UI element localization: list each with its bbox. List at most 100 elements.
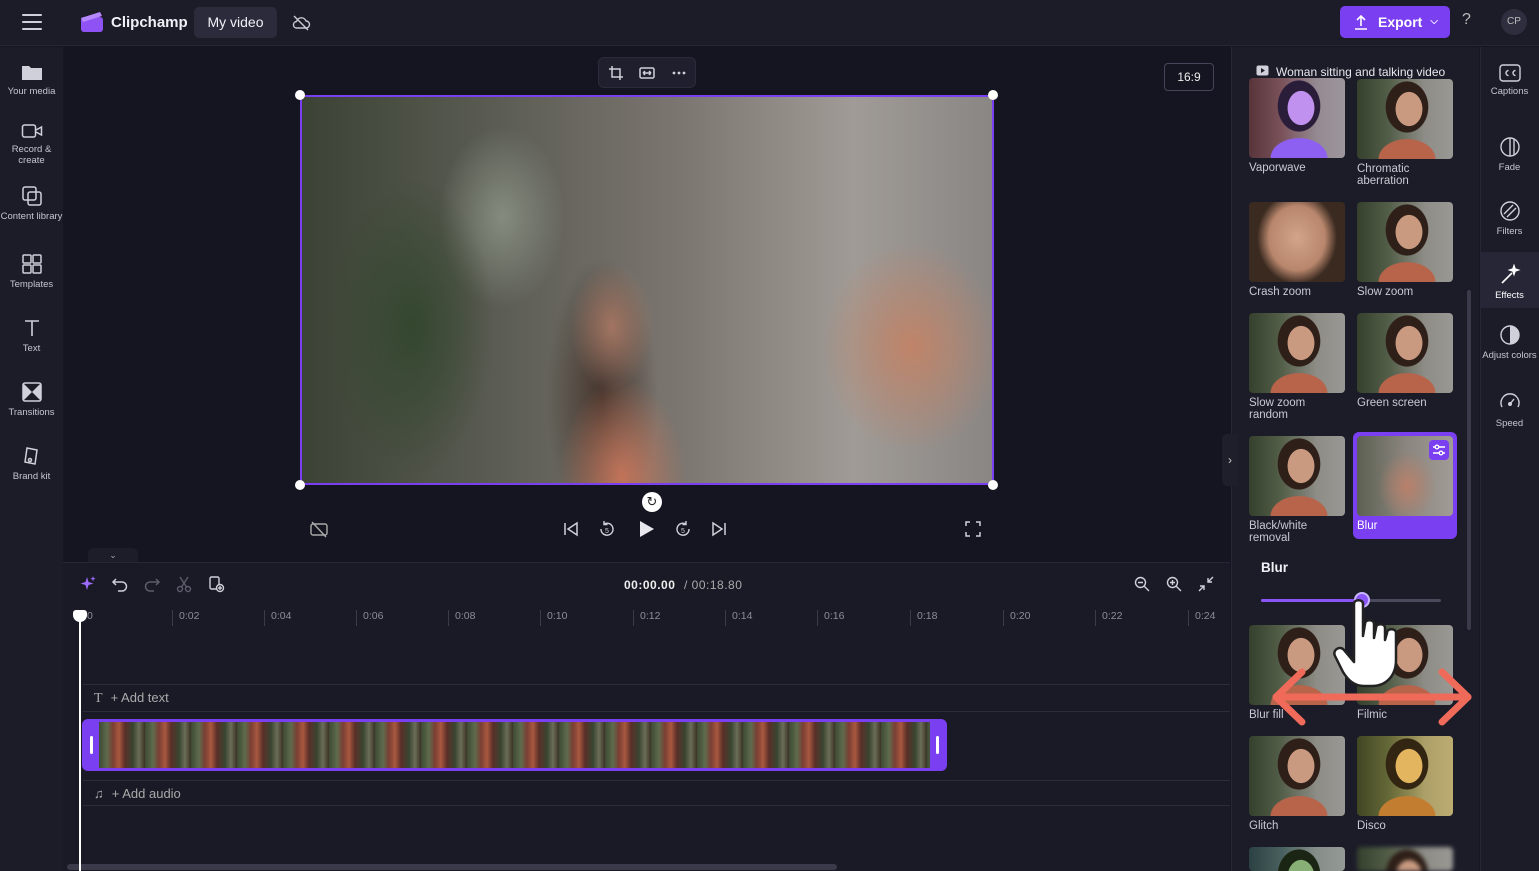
skip-to-end-icon[interactable] xyxy=(709,519,729,539)
fit-timeline-icon[interactable] xyxy=(1197,575,1215,593)
ruler-tick: 0:12 xyxy=(633,610,660,626)
rail-item-label: Effects xyxy=(1495,290,1524,301)
effect-green-screen[interactable]: Green screen xyxy=(1357,313,1453,409)
left-sidebar: Your media Record & create Content libra… xyxy=(0,47,63,871)
effect-crash-zoom[interactable]: Crash zoom xyxy=(1249,202,1345,298)
cloud-off-icon[interactable] xyxy=(291,13,311,33)
effect-next-row[interactable] xyxy=(1249,847,1345,871)
text-track[interactable] xyxy=(83,684,1230,712)
ruler-tick: 0:22 xyxy=(1095,610,1122,626)
effect-thumbnail xyxy=(1249,736,1345,816)
effect-thumbnail xyxy=(1357,736,1453,816)
timeline-ruler[interactable]: 0 0:02 0:04 0:06 0:08 0:10 0:12 0:14 0:1… xyxy=(80,604,1220,628)
effect-slow-zoom-random[interactable]: Slow zoom random xyxy=(1249,313,1345,421)
skip-to-start-icon[interactable] xyxy=(561,519,581,539)
effect-vaporwave[interactable]: Vaporwave xyxy=(1249,78,1345,174)
effect-label: Green screen xyxy=(1357,397,1427,409)
fullscreen-icon[interactable] xyxy=(963,519,983,539)
rail-item-captions[interactable]: Captions xyxy=(1480,56,1539,106)
sidebar-item-label: Templates xyxy=(9,279,54,290)
redo-icon[interactable] xyxy=(143,575,161,593)
add-text-button[interactable]: T + Add text xyxy=(94,690,169,707)
music-note-icon: ♫ xyxy=(94,786,104,801)
audio-track[interactable] xyxy=(83,780,1230,806)
resize-handle-top-left[interactable] xyxy=(295,90,305,100)
rail-item-filters[interactable]: Filters xyxy=(1480,192,1539,242)
rail-item-label: Filters xyxy=(1496,226,1523,237)
ruler-tick: 0:24 xyxy=(1188,610,1215,626)
rail-item-effects[interactable]: Effects xyxy=(1480,252,1539,308)
undo-icon[interactable] xyxy=(111,575,129,593)
effect-thumbnail xyxy=(1357,313,1453,393)
video-preview[interactable] xyxy=(300,95,994,485)
ai-sparkle-icon[interactable] xyxy=(79,575,97,593)
folder-icon xyxy=(21,66,42,80)
sidebar-item-label: Your media xyxy=(7,86,56,97)
avatar[interactable]: CP xyxy=(1501,9,1527,35)
sidebar-item-label: Content library xyxy=(0,211,63,222)
sidebar-item-content-library[interactable]: Content library xyxy=(0,185,63,222)
forward-5-icon[interactable]: 5 xyxy=(673,519,693,539)
add-audio-button[interactable]: ♫ + Add audio xyxy=(94,786,181,801)
video-clip-icon xyxy=(1256,65,1269,76)
resize-handle-bottom-left[interactable] xyxy=(295,480,305,490)
video-name-field[interactable]: My video xyxy=(194,7,277,38)
ruler-tick: 0:04 xyxy=(264,610,291,626)
help-icon[interactable]: ? xyxy=(1462,11,1471,29)
svg-text:5: 5 xyxy=(681,528,685,535)
resize-handle-bottom-right[interactable] xyxy=(988,480,998,490)
effect-glitch[interactable]: Glitch xyxy=(1249,736,1345,832)
sidebar-item-templates[interactable]: Templates xyxy=(0,253,63,290)
effect-label: Crash zoom xyxy=(1249,286,1311,298)
fade-icon xyxy=(1499,137,1520,157)
rail-item-adjust-colors[interactable]: Adjust colors xyxy=(1480,316,1539,374)
sidebar-item-your-media[interactable]: Your media xyxy=(0,62,63,97)
camera-icon xyxy=(21,124,42,138)
sidebar-item-text[interactable]: Text xyxy=(0,317,63,354)
collapse-right-panel-button[interactable]: › xyxy=(1222,434,1238,486)
split-scissors-icon[interactable] xyxy=(175,575,193,593)
clip-trim-handle-left[interactable] xyxy=(90,736,93,754)
crop-icon[interactable] xyxy=(608,65,624,81)
export-label: Export xyxy=(1378,14,1423,30)
rotate-handle-icon[interactable]: ↻ xyxy=(642,492,662,512)
effect-black-white-removal[interactable]: Black/white removal xyxy=(1249,436,1345,544)
ruler-tick: 0:08 xyxy=(448,610,475,626)
video-clip[interactable] xyxy=(82,719,947,771)
effect-label: Vaporwave xyxy=(1249,162,1306,174)
effect-chromatic-aberration[interactable]: Chromatic aberration xyxy=(1357,79,1453,187)
duplicate-icon[interactable] xyxy=(207,575,225,593)
effect-settings-icon[interactable] xyxy=(1429,440,1449,460)
zoom-in-icon[interactable] xyxy=(1165,575,1183,593)
hide-preview-icon[interactable] xyxy=(309,519,329,539)
collapse-preview-icon[interactable]: ⌄ xyxy=(88,548,138,562)
sidebar-item-label: Record & create xyxy=(11,144,52,166)
clip-trim-handle-right[interactable] xyxy=(936,736,939,754)
timeline-scrollbar[interactable] xyxy=(67,864,837,870)
rail-item-speed[interactable]: Speed xyxy=(1480,384,1539,434)
hamburger-menu-icon[interactable] xyxy=(22,14,42,30)
rewind-5-icon[interactable]: 5 xyxy=(597,519,617,539)
sidebar-item-transitions[interactable]: Transitions xyxy=(0,381,63,418)
ruler-tick: 0:20 xyxy=(1003,610,1030,626)
adjust-colors-icon xyxy=(1499,325,1520,345)
effect-disco[interactable]: Disco xyxy=(1357,736,1453,832)
playhead[interactable] xyxy=(79,612,81,871)
export-button[interactable]: Export ⌵ xyxy=(1340,6,1450,38)
sidebar-item-brand-kit[interactable]: Brand kit xyxy=(0,445,63,482)
aspect-ratio-button[interactable]: 16:9 xyxy=(1164,63,1214,91)
zoom-out-icon[interactable] xyxy=(1133,575,1151,593)
clipchamp-logo-icon xyxy=(81,12,103,32)
fit-icon[interactable] xyxy=(639,65,655,81)
resize-handle-top-right[interactable] xyxy=(988,90,998,100)
effect-next-row[interactable] xyxy=(1357,847,1453,871)
brand-kit-icon xyxy=(23,447,38,465)
content-library-icon xyxy=(21,186,42,206)
play-icon[interactable] xyxy=(636,519,656,539)
rail-item-fade[interactable]: Fade xyxy=(1480,128,1539,178)
effect-slow-zoom[interactable]: Slow zoom xyxy=(1357,202,1453,298)
blur-heading: Blur xyxy=(1261,560,1288,575)
sidebar-item-record-create[interactable]: Record & create xyxy=(0,122,63,166)
effects-scrollbar[interactable] xyxy=(1467,290,1471,630)
more-options-icon[interactable] xyxy=(671,65,687,81)
